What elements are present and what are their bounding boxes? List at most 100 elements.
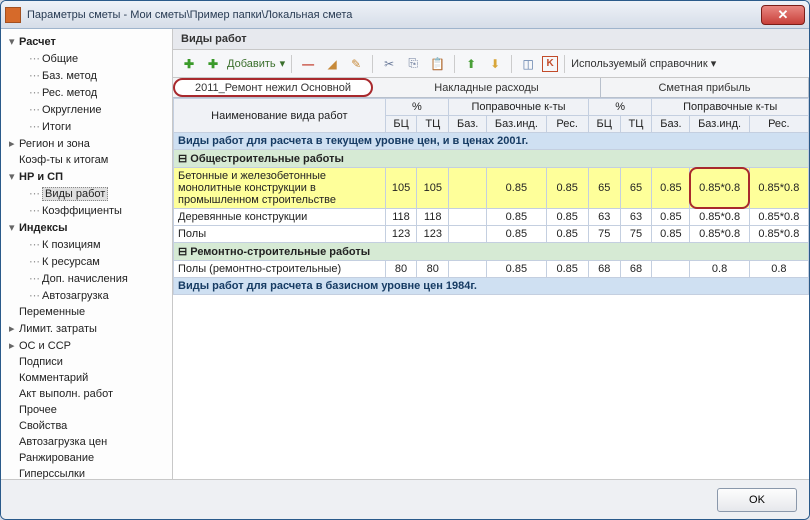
cell[interactable]: 0.85	[546, 226, 588, 243]
tree-item[interactable]: ⋯Коэффициенты	[3, 202, 170, 219]
tree-item[interactable]: ⋯Округление	[3, 101, 170, 118]
cell[interactable]: 0.85*0.8	[690, 226, 749, 243]
paste-icon[interactable]: 📋	[427, 54, 448, 74]
col-bc[interactable]: БЦ	[385, 116, 417, 133]
cell[interactable]: 123	[417, 226, 449, 243]
brush-icon[interactable]: ✎	[346, 54, 366, 74]
tree-item[interactable]: ▾Расчет	[3, 33, 170, 50]
move-down-icon[interactable]: ⬇	[485, 54, 505, 74]
tree-item[interactable]: ⋯Виды работ	[3, 185, 170, 202]
dropdown-icon[interactable]: ▾	[280, 57, 286, 70]
cell[interactable]: 65	[620, 168, 652, 209]
expand-icon[interactable]: ▸	[9, 322, 19, 335]
tree-item[interactable]: Гиперссылки	[3, 466, 170, 479]
band-row[interactable]: Виды работ для расчета в базисном уровне…	[174, 278, 809, 295]
tree-item[interactable]: ⋯Общие	[3, 50, 170, 67]
toggle-icon[interactable]: ◫	[518, 54, 538, 74]
cut-icon[interactable]: ✂	[379, 54, 399, 74]
titlebar[interactable]: Параметры сметы - Мои сметы\Пример папки…	[1, 1, 809, 29]
cell[interactable]: Полы (ремонтно-строительные)	[174, 261, 386, 278]
cell[interactable]	[449, 168, 487, 209]
cell[interactable]: 63	[620, 209, 652, 226]
tree-item[interactable]: ▸Регион и зона	[3, 135, 170, 152]
col-bazind2[interactable]: Баз.инд.	[690, 116, 749, 133]
tree-item[interactable]: ▾НР и СП	[3, 168, 170, 185]
cell[interactable]: 118	[417, 209, 449, 226]
remove-icon[interactable]: —	[298, 54, 318, 74]
table-row[interactable]: Бетонные и железобетонные монолитные кон…	[174, 168, 809, 209]
tree-item[interactable]: Свойства	[3, 418, 170, 434]
cell[interactable]: 0.85	[652, 168, 690, 209]
col-baz[interactable]: Баз.	[449, 116, 487, 133]
tree-item[interactable]: ⋯Доп. начисления	[3, 270, 170, 287]
tree-item[interactable]: ⋯Рес. метод	[3, 84, 170, 101]
cell[interactable]: 0.85	[652, 209, 690, 226]
col-res2[interactable]: Рес.	[749, 116, 808, 133]
tree-item[interactable]: Ранжирование	[3, 450, 170, 466]
copy-icon[interactable]: ⎘	[403, 54, 423, 74]
table-row[interactable]: Деревянные конструкции1181180.850.856363…	[174, 209, 809, 226]
tree-item[interactable]: ⋯К ресурсам	[3, 253, 170, 270]
cell[interactable]: 118	[385, 209, 417, 226]
sidebar[interactable]: ▾Расчет⋯Общие⋯Баз. метод⋯Рес. метод⋯Окру…	[1, 29, 173, 479]
table-row[interactable]: Полы1231230.850.8575750.850.85*0.80.85*0…	[174, 226, 809, 243]
cell[interactable]	[449, 209, 487, 226]
add-icon[interactable]: ✚	[179, 54, 199, 74]
col-baz2[interactable]: Баз.	[652, 116, 690, 133]
col-tc2[interactable]: ТЦ	[620, 116, 652, 133]
cell[interactable]: Бетонные и железобетонные монолитные кон…	[174, 168, 386, 209]
cell[interactable]: 0.8	[749, 261, 808, 278]
cell[interactable]: 65	[588, 168, 620, 209]
tree-item[interactable]: ▸Лимит. затраты	[3, 320, 170, 337]
data-grid[interactable]: Наименование вида работ % Поправочные к-…	[173, 98, 809, 479]
tree-item[interactable]: ▸ОС и ССР	[3, 337, 170, 354]
ok-button[interactable]: OK	[717, 488, 797, 512]
tree-item[interactable]: Прочее	[3, 402, 170, 418]
cell[interactable]: 0.85*0.8	[749, 226, 808, 243]
cell[interactable]	[449, 226, 487, 243]
cell[interactable]: 0.85*0.8	[749, 168, 808, 209]
col-name[interactable]: Наименование вида работ	[174, 99, 386, 133]
col-res[interactable]: Рес.	[546, 116, 588, 133]
cell[interactable]: 0.85	[487, 226, 546, 243]
cell[interactable]: 105	[385, 168, 417, 209]
cell[interactable]: 63	[588, 209, 620, 226]
cell[interactable]: 0.8	[690, 261, 749, 278]
cell[interactable]: 0.85	[487, 261, 546, 278]
cell[interactable]	[449, 261, 487, 278]
reference-dropdown[interactable]: Используемый справочник ▾	[571, 57, 716, 70]
add-nested-icon[interactable]: ✚	[203, 54, 223, 74]
eraser-icon[interactable]: ◢	[322, 54, 342, 74]
move-up-icon[interactable]: ⬆	[461, 54, 481, 74]
band-row[interactable]: ⊟ Ремонтно-строительные работы	[174, 243, 809, 261]
cell[interactable]: 75	[620, 226, 652, 243]
cell[interactable]: 68	[588, 261, 620, 278]
tree-item[interactable]: Автозагрузка цен	[3, 434, 170, 450]
tab-active[interactable]: 2011_Ремонт нежил Основной	[173, 78, 373, 97]
cell[interactable]: 0.85*0.8	[690, 168, 749, 209]
tree-item[interactable]: Переменные	[3, 304, 170, 320]
cell[interactable]: 0.85	[546, 209, 588, 226]
tree-item[interactable]: Подписи	[3, 354, 170, 370]
expand-icon[interactable]: ▾	[9, 170, 19, 183]
band-row[interactable]: ⊟ Общестроительные работы	[174, 150, 809, 168]
cell[interactable]: 80	[385, 261, 417, 278]
cell[interactable]: 68	[620, 261, 652, 278]
tree-item[interactable]: ▾Индексы	[3, 219, 170, 236]
cell[interactable]	[652, 261, 690, 278]
expand-icon[interactable]: ▸	[9, 339, 19, 352]
cell[interactable]: 0.85	[487, 168, 546, 209]
cell[interactable]: Полы	[174, 226, 386, 243]
k-button[interactable]: K	[542, 56, 558, 72]
tree-item[interactable]: ⋯Итоги	[3, 118, 170, 135]
col-tc[interactable]: ТЦ	[417, 116, 449, 133]
cell[interactable]: 0.85	[546, 261, 588, 278]
cell[interactable]: 80	[417, 261, 449, 278]
expand-icon[interactable]: ▸	[9, 137, 19, 150]
expand-icon[interactable]: ▾	[9, 35, 19, 48]
band-row[interactable]: Виды работ для расчета в текущем уровне …	[174, 133, 809, 150]
tree-item[interactable]: Коэф-ты к итогам	[3, 152, 170, 168]
close-button[interactable]: ✕	[761, 5, 805, 25]
add-button[interactable]: Добавить	[227, 58, 276, 70]
cell[interactable]: 0.85	[652, 226, 690, 243]
